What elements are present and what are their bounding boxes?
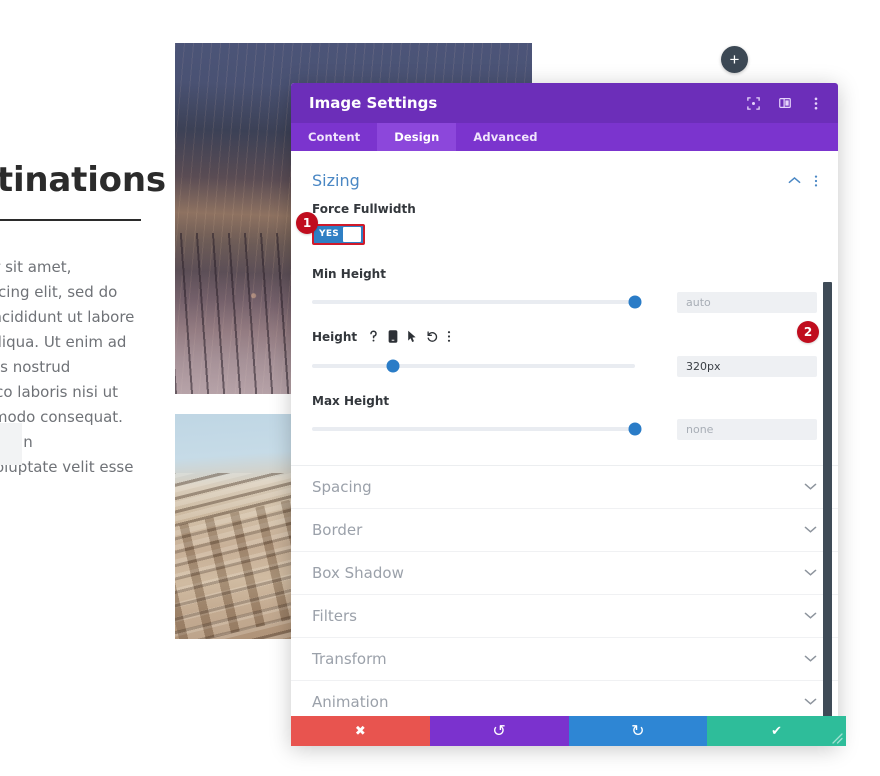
height-option-icons [368,330,451,343]
field-force-fullwidth: Force Fullwidth YES [291,196,838,248]
label-force-fullwidth: Force Fullwidth [312,202,416,216]
expand-view-icon[interactable] [745,95,762,112]
field-max-height: Max Height none [291,377,838,440]
resize-handle-icon[interactable] [831,732,844,745]
modal-header: Image Settings [291,83,838,123]
modal-body: Sizing Force Fullwidth YES Min Height au… [291,151,838,716]
label-max-height: Max Height [312,393,390,408]
section-label: Animation [312,692,389,711]
section-transform[interactable]: Transform [291,636,838,680]
label-height: Height [312,330,817,344]
max-height-slider[interactable] [312,422,642,436]
close-icon: ✖ [354,723,366,738]
tab-design[interactable]: Design [377,123,457,151]
chevron-down-icon[interactable] [804,568,817,577]
toggle-state-label: YES [319,229,340,239]
kebab-menu-icon[interactable] [814,174,818,188]
save-button[interactable]: ✔ [707,716,846,746]
modal-scrollbar-thumb[interactable] [823,282,832,716]
redo-button[interactable]: ↻ [568,716,708,746]
section-label: Transform [312,649,387,668]
title-divider [0,219,141,221]
section-label: Filters [312,606,357,625]
kebab-menu-icon[interactable] [807,95,824,112]
min-height-slider[interactable] [312,295,642,309]
split-view-icon[interactable] [776,95,793,112]
responsive-mobile-icon[interactable] [388,330,398,343]
max-height-value[interactable]: none [677,418,817,440]
kebab-menu-icon[interactable] [447,330,451,343]
undo-button[interactable]: ↺ [429,716,569,746]
section-animation[interactable]: Animation [291,679,838,717]
modal-scrollbar-track[interactable] [823,151,835,716]
section-border[interactable]: Border [291,507,838,551]
modal-footer: ✖ ↺ ↻ ✔ [291,716,846,746]
force-fullwidth-toggle[interactable]: YES [312,223,365,245]
collapsed-sections: Spacing Border Box Shadow Filters Transf… [291,464,838,717]
height-slider-knob[interactable] [386,359,400,373]
toggle-knob [343,226,361,242]
chevron-up-icon[interactable] [788,176,801,185]
help-icon[interactable] [368,330,379,343]
section-label: Spacing [312,477,372,496]
annotation-badge-2: 2 [797,321,819,343]
tab-content[interactable]: Content [291,123,377,151]
image-settings-modal: Image Settings Content Design Advanced S… [291,83,846,746]
chevron-down-icon[interactable] [804,611,817,620]
cancel-button[interactable]: ✖ [291,716,430,746]
modal-header-actions [745,95,824,112]
redo-icon: ↻ [631,723,645,740]
chevron-down-icon[interactable] [804,697,817,706]
chevron-down-icon[interactable] [804,525,817,534]
annotation-badge-1: 1 [296,212,318,234]
chevron-down-icon[interactable] [804,482,817,491]
add-module-button[interactable]: + [721,46,748,73]
section-label: Box Shadow [312,563,404,582]
height-value[interactable]: 320px [677,355,817,377]
section-spacing[interactable]: Spacing [291,464,838,508]
modal-tabs: Content Design Advanced [291,123,838,151]
section-label: Border [312,520,363,539]
label-height-text: Height [312,329,358,344]
label-min-height: Min Height [312,266,386,281]
max-height-slider-knob[interactable] [628,422,642,436]
field-min-height: Min Height auto [291,248,838,313]
section-header-sizing[interactable]: Sizing [291,151,838,196]
section-filters[interactable]: Filters [291,593,838,637]
min-height-value[interactable]: auto [677,291,817,313]
modal-title: Image Settings [309,94,438,112]
min-height-slider-knob[interactable] [628,295,642,309]
reset-icon[interactable] [426,330,438,343]
section-title-sizing: Sizing [312,171,360,190]
screen: Destinations Lorem ipsum dolor sit amet,… [0,0,880,776]
height-slider[interactable] [312,359,635,373]
page-title: Destinations [0,160,166,200]
check-icon: ✔ [771,723,783,738]
hover-cursor-icon[interactable] [407,330,417,343]
section-box-shadow[interactable]: Box Shadow [291,550,838,594]
chevron-down-icon[interactable] [804,654,817,663]
page-cta-button[interactable] [0,423,22,465]
tab-advanced[interactable]: Advanced [456,123,554,151]
undo-icon: ↺ [492,723,506,740]
field-height: Height 320px [291,313,838,377]
plus-icon: + [729,50,740,69]
